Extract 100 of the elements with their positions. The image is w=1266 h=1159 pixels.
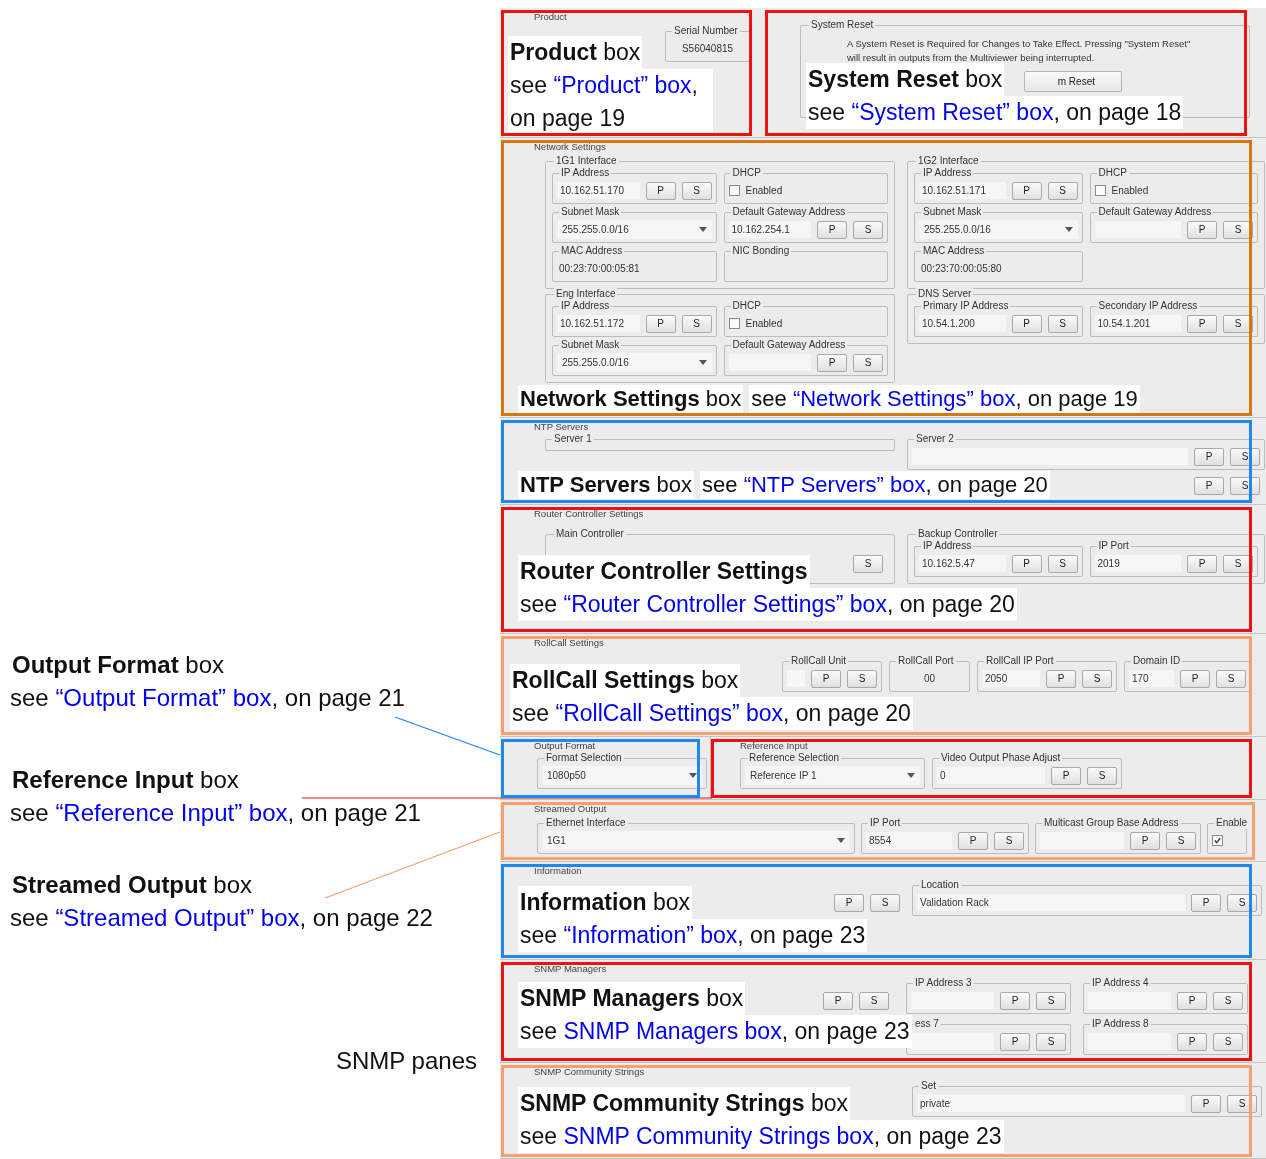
- panel-button[interactable]: P: [1130, 831, 1160, 850]
- panel-button[interactable]: S: [859, 991, 889, 1010]
- panel-button[interactable]: S: [1230, 476, 1260, 495]
- text-field[interactable]: 0: [937, 767, 1045, 784]
- field-label: IP Port: [1096, 540, 1131, 552]
- page-link[interactable]: “Output Format” box: [55, 684, 272, 711]
- panel-button[interactable]: P: [1191, 893, 1221, 912]
- panel-button[interactable]: S: [1230, 447, 1260, 466]
- text-field[interactable]: 10.162.51.172: [557, 315, 640, 332]
- page-link[interactable]: “Streamed Output” box: [55, 904, 300, 931]
- panel-button[interactable]: P: [1187, 314, 1217, 333]
- page-link[interactable]: “Router Controller Settings” box: [563, 591, 887, 617]
- dropdown[interactable]: 255.255.0.0/16: [919, 220, 1078, 239]
- callout-heading: System Reset box: [806, 63, 1005, 96]
- page-link[interactable]: SNMP Managers box: [563, 1018, 782, 1044]
- panel-button[interactable]: S: [853, 554, 883, 573]
- text-field[interactable]: 2050: [982, 670, 1040, 687]
- panel-button[interactable]: P: [958, 831, 988, 850]
- callout-heading: Product box: [508, 36, 643, 69]
- checkbox[interactable]: [1212, 835, 1223, 846]
- panel-button[interactable]: P: [1000, 991, 1030, 1010]
- dropdown[interactable]: 255.255.0.0/16: [557, 353, 712, 372]
- checkbox[interactable]: [728, 318, 740, 329]
- panel-button[interactable]: S: [1087, 766, 1117, 785]
- field-label: Default Gateway Address: [730, 206, 848, 218]
- panel-button[interactable]: P: [817, 353, 847, 372]
- panel-button[interactable]: P: [834, 893, 864, 912]
- panel-button[interactable]: P: [645, 314, 676, 333]
- section-title: NTP Servers: [534, 421, 590, 433]
- group-title: Eng Interface: [554, 288, 618, 300]
- panel-button[interactable]: S: [994, 831, 1024, 850]
- panel-button[interactable]: P: [645, 181, 676, 200]
- text-field[interactable]: 10.162.254.1: [728, 221, 811, 238]
- panel-button[interactable]: P: [823, 991, 853, 1010]
- text-field[interactable]: 2019: [1094, 555, 1181, 572]
- panel-button[interactable]: S: [1036, 1032, 1066, 1051]
- callout-reference: see “NTP Servers” box, on page 20: [700, 471, 1050, 499]
- group-title: System Reset: [809, 19, 876, 31]
- page-link[interactable]: “Product” box: [553, 72, 692, 98]
- callout-heading: Network Settings box: [518, 385, 744, 413]
- dropdown[interactable]: 1080p50: [542, 766, 702, 785]
- text-field[interactable]: 10.162.51.170: [557, 182, 640, 199]
- panel-button[interactable]: S: [681, 181, 712, 200]
- page-link[interactable]: SNMP Community Strings box: [563, 1123, 874, 1149]
- reset-button[interactable]: m Reset: [1024, 71, 1122, 92]
- page-link[interactable]: “RollCall Settings” box: [555, 700, 783, 726]
- panel-button[interactable]: S: [1047, 181, 1078, 200]
- field-label: Subnet Mask: [559, 206, 622, 218]
- panel-button[interactable]: P: [1046, 669, 1076, 688]
- panel-button[interactable]: P: [1000, 1032, 1030, 1051]
- field-label: Location: [919, 879, 961, 891]
- panel-button[interactable]: S: [1213, 1032, 1243, 1051]
- panel-button[interactable]: P: [811, 669, 841, 688]
- panel-button[interactable]: P: [1191, 1094, 1221, 1113]
- page-link[interactable]: “Reference Input” box: [55, 799, 288, 826]
- text-field[interactable]: 10.162.51.171: [919, 182, 1006, 199]
- panel-button[interactable]: P: [1011, 181, 1042, 200]
- panel-button[interactable]: P: [1194, 447, 1224, 466]
- text-field[interactable]: 10.54.1.200: [919, 315, 1006, 332]
- page-link[interactable]: “Information” box: [563, 922, 738, 948]
- panel-button[interactable]: S: [1047, 314, 1078, 333]
- panel-button[interactable]: P: [1177, 991, 1207, 1010]
- text-field[interactable]: Validation Rack: [917, 894, 1185, 911]
- panel-button[interactable]: P: [1011, 554, 1042, 573]
- page-link[interactable]: “System Reset” box: [851, 99, 1054, 125]
- text-field[interactable]: 170: [1129, 670, 1174, 687]
- panel-button[interactable]: P: [817, 220, 847, 239]
- panel-button[interactable]: S: [1082, 669, 1112, 688]
- checkbox[interactable]: [728, 185, 740, 196]
- panel-button[interactable]: S: [681, 314, 712, 333]
- panel-button[interactable]: P: [1187, 554, 1217, 573]
- text-field[interactable]: private: [917, 1095, 1185, 1112]
- panel-button[interactable]: P: [1180, 669, 1210, 688]
- panel-button[interactable]: P: [1011, 314, 1042, 333]
- panel-button[interactable]: P: [1177, 1032, 1207, 1051]
- panel-button[interactable]: P: [1187, 220, 1217, 239]
- panel-button[interactable]: S: [1166, 831, 1196, 850]
- dropdown[interactable]: Reference IP 1: [745, 766, 920, 785]
- text-field[interactable]: 10.162.5.47: [919, 555, 1006, 572]
- panel-button[interactable]: S: [1213, 991, 1243, 1010]
- panel-button[interactable]: S: [853, 220, 883, 239]
- panel-button[interactable]: S: [1036, 991, 1066, 1010]
- text-field[interactable]: 10.54.1.201: [1094, 315, 1181, 332]
- page-link[interactable]: “NTP Servers” box: [743, 472, 926, 497]
- callout-reference: see SNMP Managers box, on page 23: [518, 1015, 912, 1048]
- text-field[interactable]: 8554: [866, 832, 952, 849]
- field-label: Server 2: [914, 433, 956, 445]
- panel-button[interactable]: S: [853, 353, 883, 372]
- dropdown[interactable]: 1G1: [542, 831, 850, 850]
- panel-button[interactable]: S: [847, 669, 877, 688]
- panel-button[interactable]: S: [870, 893, 900, 912]
- panel-button[interactable]: P: [1051, 766, 1081, 785]
- field-label: IP Port: [868, 817, 903, 829]
- callout-reference: see “System Reset” box, on page 18: [806, 96, 1184, 129]
- page-link[interactable]: “Network Settings” box: [792, 386, 1016, 411]
- dropdown[interactable]: 255.255.0.0/16: [557, 220, 712, 239]
- panel-button[interactable]: P: [1194, 476, 1224, 495]
- checkbox[interactable]: [1094, 185, 1106, 196]
- panel-button[interactable]: S: [1047, 554, 1078, 573]
- panel-button[interactable]: S: [1216, 669, 1246, 688]
